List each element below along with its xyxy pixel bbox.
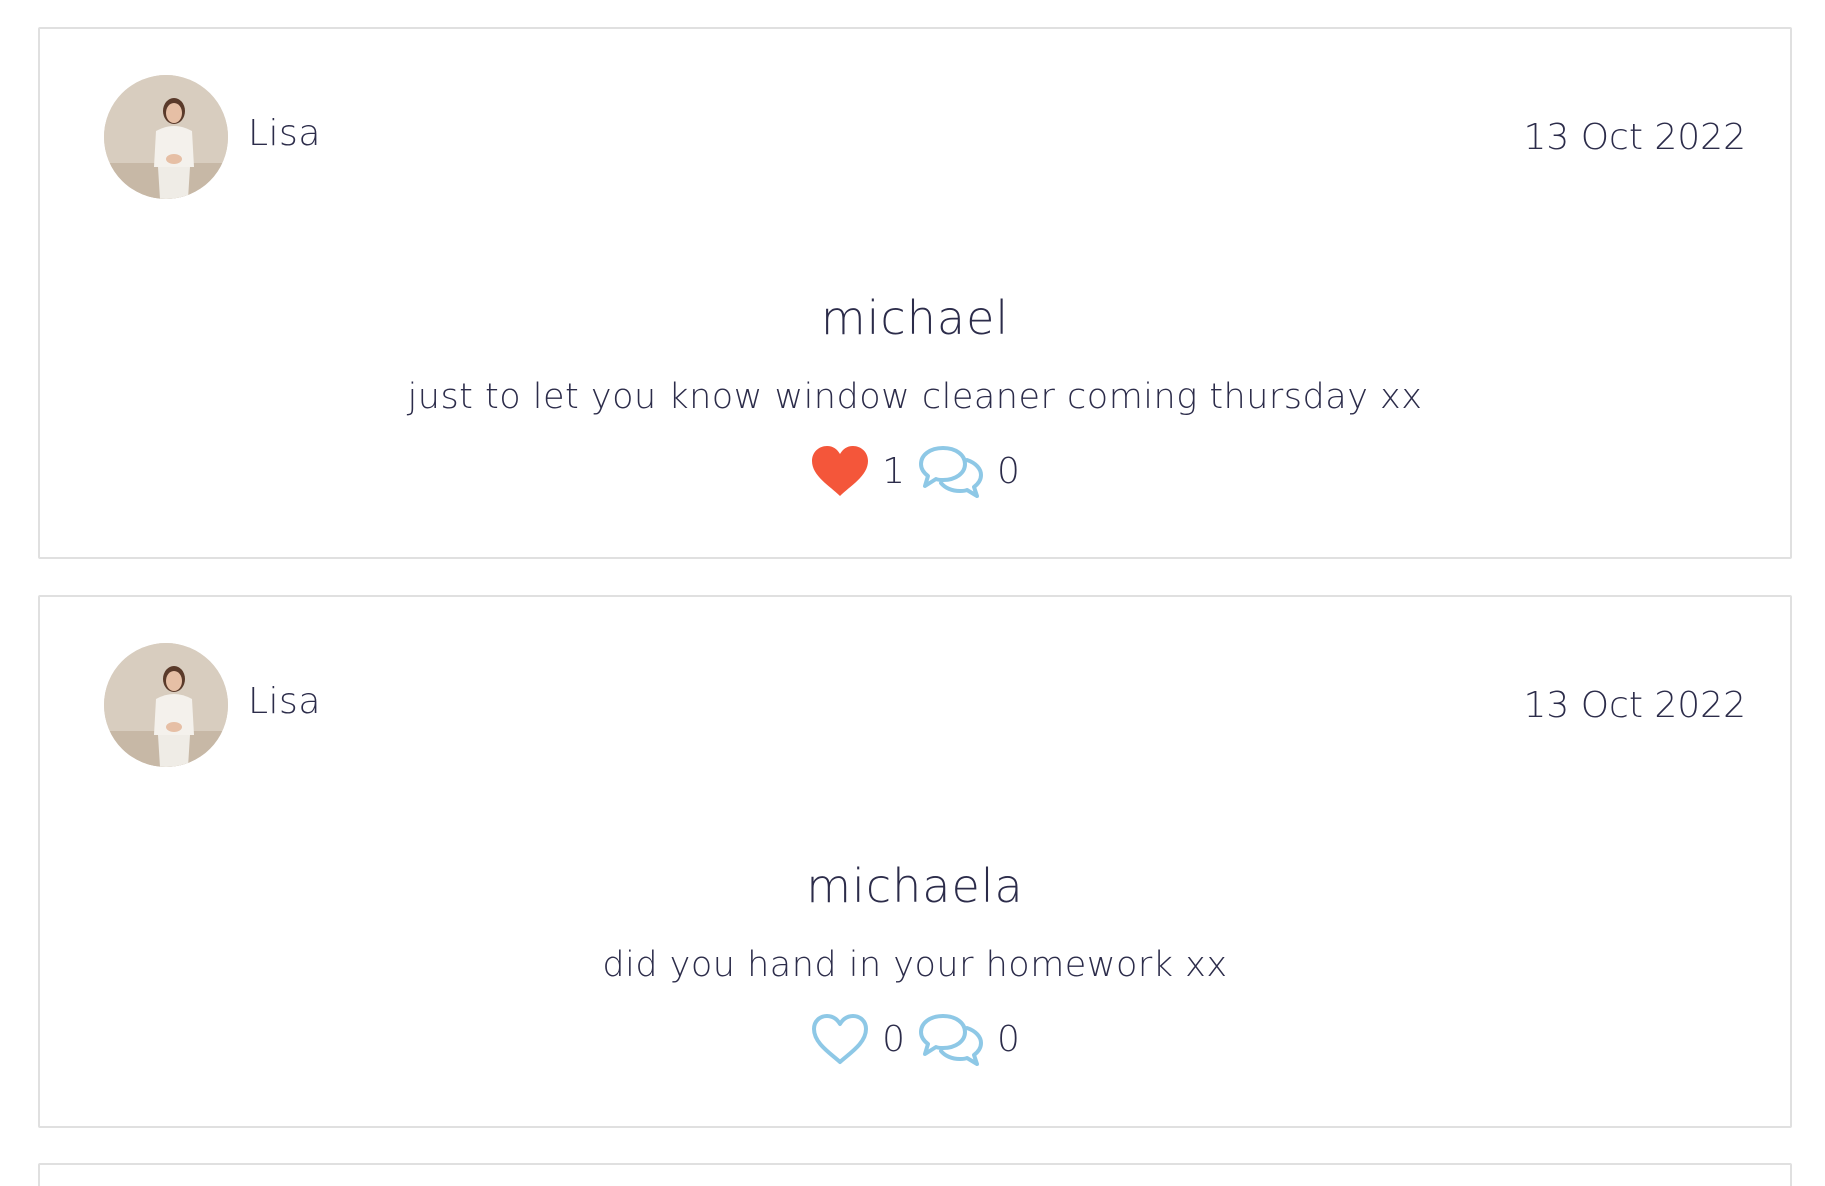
comment-button[interactable]: 0: [917, 444, 1020, 498]
comment-button[interactable]: 0: [917, 1012, 1020, 1066]
post-card: Lisa 13 Oct 2022 michaela did you hand i…: [38, 595, 1792, 1128]
heart-outline-icon[interactable]: [810, 1012, 870, 1066]
post-author[interactable]: Lisa: [104, 643, 321, 767]
post-actions: 1 0: [40, 441, 1790, 501]
post-actions: 0 0: [40, 1009, 1790, 1069]
like-button[interactable]: 1: [810, 444, 905, 498]
post-body: just to let you know window cleaner comi…: [407, 377, 1423, 417]
post-date: 13 Oct 2022: [1523, 117, 1746, 158]
post-author[interactable]: Lisa: [104, 75, 321, 199]
post-title: michael: [820, 291, 1010, 345]
avatar[interactable]: [104, 643, 228, 767]
speech-bubbles-icon[interactable]: [917, 444, 985, 498]
post-card: [38, 1163, 1792, 1186]
post-body: did you hand in your homework xx: [602, 945, 1228, 985]
avatar[interactable]: [104, 75, 228, 199]
comment-count: 0: [997, 450, 1020, 492]
post-feed: Lisa 13 Oct 2022 michael just to let you…: [0, 0, 1825, 1186]
heart-filled-icon[interactable]: [810, 444, 870, 498]
like-count: 1: [882, 450, 905, 492]
like-button[interactable]: 0: [810, 1012, 905, 1066]
author-name[interactable]: Lisa: [248, 681, 321, 722]
speech-bubbles-icon[interactable]: [917, 1012, 985, 1066]
like-count: 0: [882, 1018, 905, 1060]
post-title: michaela: [806, 859, 1024, 913]
post-date: 13 Oct 2022: [1523, 685, 1746, 726]
comment-count: 0: [997, 1018, 1020, 1060]
post-card: Lisa 13 Oct 2022 michael just to let you…: [38, 27, 1792, 559]
author-name[interactable]: Lisa: [248, 113, 321, 154]
